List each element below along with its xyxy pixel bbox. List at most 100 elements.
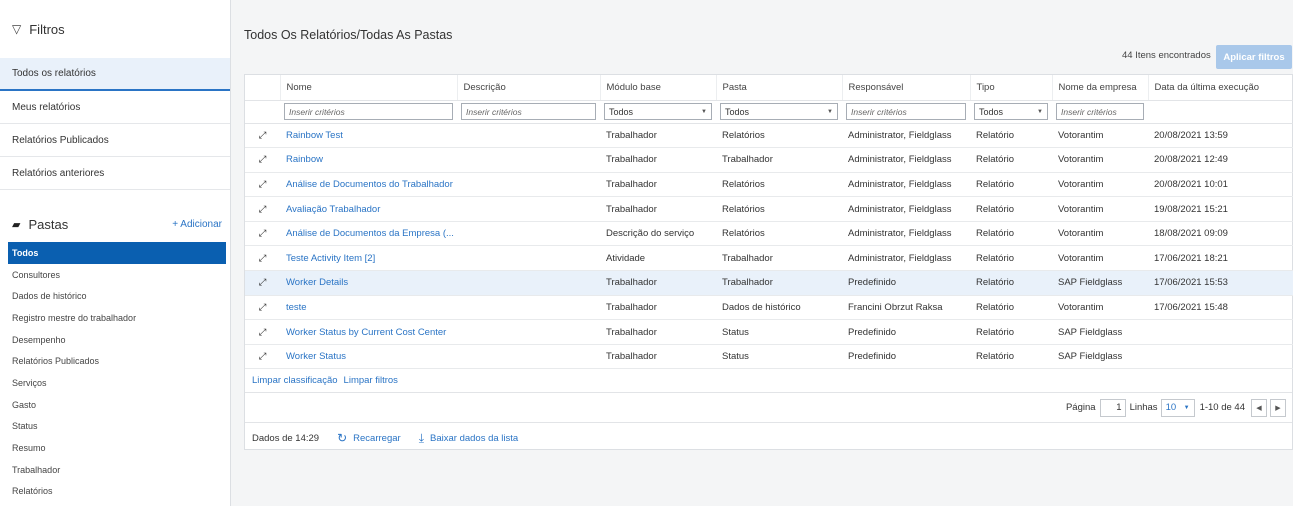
table-row[interactable]: ⤢ Rainbow Trabalhador Trabalhador Administra… xyxy=(245,147,1293,173)
cell-tipo: Relatório xyxy=(970,245,1052,272)
pagination: Página 1 Linhas 10 ▼ 1-10 de 44 ◀ ▶ xyxy=(245,393,1292,424)
chevron-down-icon: ▼ xyxy=(1183,404,1190,411)
reload-label: Recarregar xyxy=(353,432,401,444)
folder-item[interactable]: Serviços xyxy=(0,372,230,394)
cell-pasta: Relatórios xyxy=(716,196,842,222)
next-page-button[interactable]: ▶ xyxy=(1270,398,1286,417)
sidebar-nav-item[interactable]: Relatórios Publicados xyxy=(0,124,230,157)
column-header[interactable]: Tipo xyxy=(970,75,1053,101)
filter-cell-data xyxy=(1148,100,1293,124)
filter-cell-empresa: Inserir critérios xyxy=(1052,100,1148,124)
cell-responsavel: Administrator, Fieldglass xyxy=(842,147,970,173)
responsavel-filter-input[interactable]: Inserir critérios xyxy=(846,103,966,120)
report-name-link[interactable]: Rainbow Test xyxy=(280,123,457,149)
folder-item[interactable]: Dados de histórico xyxy=(0,285,230,307)
report-name-link[interactable]: teste xyxy=(280,295,457,321)
cell-data: 18/08/2021 09:09 xyxy=(1148,221,1293,247)
cell-modulo: Trabalhador xyxy=(600,172,716,198)
folder-item[interactable]: Todos xyxy=(8,242,226,264)
table-row[interactable]: ⤢ Worker Status by Current Cost Center Tra… xyxy=(245,319,1293,345)
expand-icon[interactable]: ⤢ xyxy=(245,123,280,149)
folder-item[interactable]: Consultores xyxy=(0,264,230,286)
column-header[interactable]: Responsável xyxy=(842,75,971,101)
table-row[interactable]: ⤢ Análise de Documentos da Empresa (... De… xyxy=(245,221,1293,247)
report-name-link[interactable]: Worker Status by Current Cost Center xyxy=(280,319,457,345)
table-row[interactable]: ⤢ Avaliação Trabalhador Trabalhador Relatór… xyxy=(245,196,1293,222)
modulo-filter-select[interactable]: Todos ▼ xyxy=(604,103,712,120)
folder-item[interactable]: Trabalhador xyxy=(0,459,230,481)
download-list-button[interactable]: ⤓ Baixar dados da lista xyxy=(419,431,519,446)
expand-icon[interactable]: ⤢ xyxy=(245,172,280,198)
report-name-link[interactable]: Análise de Documentos da Empresa (... xyxy=(280,221,457,247)
expand-icon[interactable]: ⤢ xyxy=(245,245,280,272)
cell-modulo: Trabalhador xyxy=(600,270,716,296)
column-header[interactable]: Nome xyxy=(280,75,458,101)
folder-item[interactable]: Relatórios xyxy=(0,481,230,503)
table-row[interactable]: ⤢ Worker Details Trabalhador Trabalhador Pre… xyxy=(245,270,1293,296)
folder-item[interactable]: Status xyxy=(0,416,230,438)
chevron-down-icon: ▼ xyxy=(701,108,707,115)
page-range: 1-10 de 44 xyxy=(1199,402,1245,414)
expand-icon[interactable]: ⤢ xyxy=(245,319,280,345)
folder-item[interactable]: Gasto xyxy=(0,394,230,416)
report-name-link[interactable]: Análise de Documentos do Trabalhador xyxy=(280,172,457,198)
clear-filters-link[interactable]: Limpar filtros xyxy=(344,375,398,386)
cell-modulo: Trabalhador xyxy=(600,344,716,370)
empresa-filter-input[interactable]: Inserir critérios xyxy=(1056,103,1144,120)
table-row[interactable]: ⤢ Rainbow Test Trabalhador Relatórios Admini… xyxy=(245,123,1293,149)
sidebar-nav-item[interactable]: Todos os relatórios xyxy=(0,58,230,91)
column-header[interactable]: Descrição xyxy=(457,75,601,101)
clear-sort-link[interactable]: Limpar classificação xyxy=(252,375,338,386)
prev-page-button[interactable]: ◀ xyxy=(1251,398,1267,417)
cell-tipo: Relatório xyxy=(970,221,1052,247)
add-folder-link[interactable]: + Adicionar xyxy=(172,219,222,230)
cell-data: 17/06/2021 15:48 xyxy=(1148,295,1293,321)
report-name-link[interactable]: Worker Details xyxy=(280,270,457,296)
left-sidebar: ▽ Filtros Todos os relatórios Meus relató… xyxy=(0,0,231,506)
table-row[interactable]: ⤢ Teste Activity Item [2] Atividade Trabalh… xyxy=(245,245,1293,272)
report-name-link[interactable]: Rainbow xyxy=(280,147,457,173)
table-row[interactable]: ⤢ teste Trabalhador Dados de histórico Franc… xyxy=(245,295,1293,321)
folder-item[interactable]: Resumo xyxy=(0,437,230,459)
folder-item[interactable]: Relatórios Publicados xyxy=(0,350,230,372)
table-row[interactable]: ⤢ Worker Status Trabalhador Status Predefini… xyxy=(245,344,1293,370)
filter-cell-tipo: Todos ▼ xyxy=(970,100,1052,124)
report-name-link[interactable]: Avaliação Trabalhador xyxy=(280,196,457,222)
column-header[interactable]: Nome da empresa xyxy=(1052,75,1149,101)
column-header[interactable]: Pasta xyxy=(716,75,843,101)
folder-icon: ▰ xyxy=(12,218,21,231)
expand-icon[interactable]: ⤢ xyxy=(245,221,280,247)
filter-cell-pasta: Todos ▼ xyxy=(716,100,842,124)
rows-per-page-select[interactable]: 10 ▼ xyxy=(1160,398,1195,417)
expand-icon[interactable]: ⤢ xyxy=(245,270,280,296)
cell-tipo: Relatório xyxy=(970,147,1052,173)
page-number-input[interactable]: 1 xyxy=(1099,398,1126,417)
column-header[interactable]: Módulo base xyxy=(600,75,717,101)
report-name-link[interactable]: Teste Activity Item [2] xyxy=(280,245,457,272)
expand-icon[interactable]: ⤢ xyxy=(245,147,280,173)
filters-title: Filtros xyxy=(29,21,65,37)
apply-filters-button[interactable]: Aplicar filtros xyxy=(1216,45,1292,69)
pasta-filter-select[interactable]: Todos ▼ xyxy=(720,103,838,120)
filter-cell-responsavel: Inserir critérios xyxy=(842,100,970,124)
expand-icon[interactable]: ⤢ xyxy=(245,344,280,370)
folder-item[interactable]: Desempenho xyxy=(0,329,230,351)
cell-responsavel: Administrator, Fieldglass xyxy=(842,123,970,149)
folder-item[interactable]: Registro mestre do trabalhador xyxy=(0,307,230,329)
descricao-filter-input[interactable]: Inserir critérios xyxy=(461,103,596,120)
table-row[interactable]: ⤢ Análise de Documentos do Trabalhador Tra… xyxy=(245,172,1293,198)
cell-descricao xyxy=(457,147,600,173)
report-name-link[interactable]: Worker Status xyxy=(280,344,457,370)
cell-data xyxy=(1148,344,1293,370)
expand-icon[interactable]: ⤢ xyxy=(245,196,280,222)
expand-icon[interactable]: ⤢ xyxy=(245,295,280,321)
tipo-filter-select[interactable]: Todos ▼ xyxy=(974,103,1048,120)
sidebar-nav-item[interactable]: Meus relatórios xyxy=(0,91,230,124)
download-icon: ⤓ xyxy=(418,430,424,445)
cell-responsavel: Predefinido xyxy=(842,319,970,345)
sidebar-nav-item[interactable]: Relatórios anteriores xyxy=(0,157,230,190)
reload-button[interactable]: ↻ Recarregar xyxy=(337,431,401,445)
column-header[interactable]: Data da última execução xyxy=(1148,75,1293,101)
nome-filter-input[interactable]: Inserir critérios xyxy=(284,103,453,120)
modulo-filter-value: Todos xyxy=(609,106,634,117)
